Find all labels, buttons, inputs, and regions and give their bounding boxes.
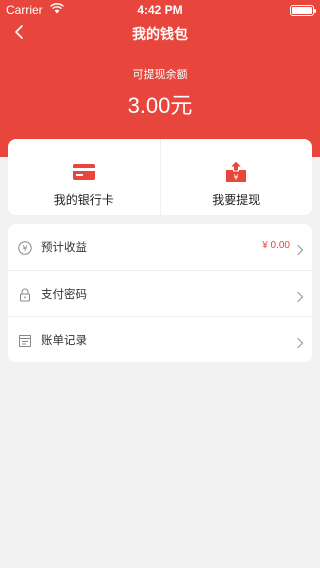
svg-text:¥: ¥ bbox=[234, 173, 239, 182]
bill-records-label: 账单记录 bbox=[41, 333, 87, 347]
list-item-bill-records[interactable]: 账单记录 bbox=[8, 316, 312, 362]
estimated-earnings-value: ¥ 0.00 bbox=[262, 240, 290, 251]
bank-card-icon bbox=[72, 161, 96, 183]
withdraw-icon: ¥ bbox=[224, 160, 248, 183]
list-item-payment-password[interactable]: 支付密码 bbox=[8, 270, 312, 316]
status-time: 4:42 PM bbox=[137, 3, 183, 17]
list-item-estimated-earnings[interactable]: ¥ 预计收益 ¥ 0.00 bbox=[8, 224, 312, 270]
balance-amount: 3.00元 bbox=[0, 88, 320, 120]
chevron-right-icon bbox=[296, 241, 304, 256]
withdraw-button[interactable]: ¥ 我要提现 bbox=[159, 139, 313, 215]
estimated-earnings-label: 预计收益 bbox=[41, 240, 87, 254]
yuan-coin-icon: ¥ bbox=[18, 240, 32, 255]
balance-unit: 元 bbox=[170, 94, 193, 119]
my-bank-card-button[interactable]: 我的银行卡 bbox=[8, 139, 160, 215]
balance-number: 3.00 bbox=[127, 93, 171, 118]
payment-password-label: 支付密码 bbox=[41, 287, 87, 301]
bill-icon bbox=[18, 333, 32, 347]
wallet-actions: 我的银行卡 ¥ 我要提现 bbox=[8, 139, 312, 215]
balance-label: 可提现余额 bbox=[132, 68, 188, 81]
nav-bar: 我的钱包 bbox=[0, 20, 320, 46]
my-bank-card-label: 我的银行卡 bbox=[53, 193, 114, 207]
page-title: 我的钱包 bbox=[132, 27, 188, 43]
chevron-right-icon bbox=[296, 334, 304, 349]
svg-text:¥: ¥ bbox=[22, 244, 27, 253]
wallet-menu-list: ¥ 预计收益 ¥ 0.00 支付密码 账单记录 bbox=[8, 224, 312, 362]
lock-icon bbox=[18, 287, 32, 302]
chevron-right-icon bbox=[296, 288, 304, 303]
status-bar: Carrier 4:42 PM bbox=[0, 0, 320, 20]
battery-icon bbox=[290, 5, 316, 16]
withdraw-label: 我要提现 bbox=[212, 193, 261, 207]
